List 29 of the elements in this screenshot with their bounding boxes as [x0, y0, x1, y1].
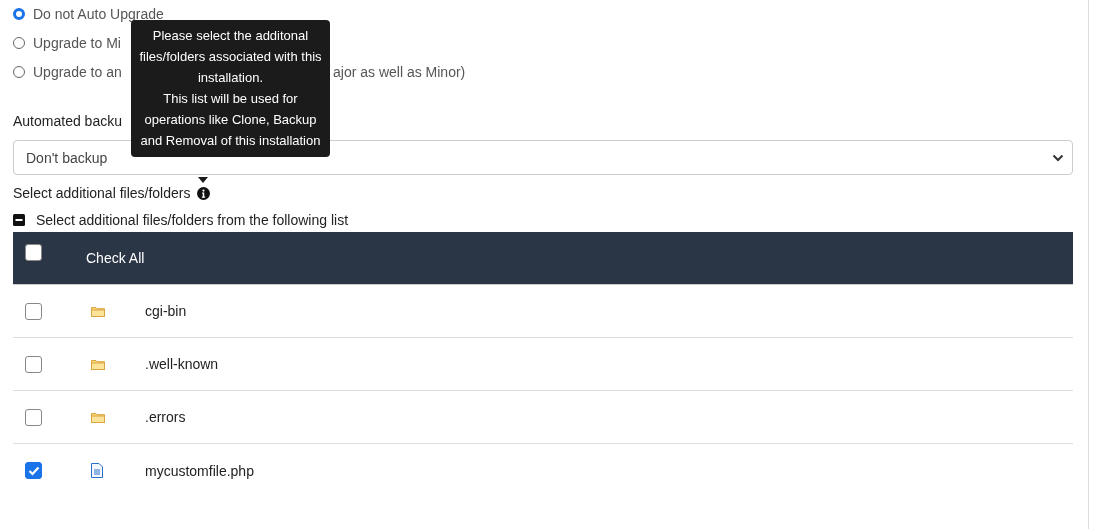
folder-icon [91, 305, 105, 317]
radio-button[interactable] [13, 7, 25, 20]
column-header: Check All [86, 250, 145, 266]
folder-icon [91, 411, 105, 423]
radio-label: Upgrade to an [33, 63, 122, 80]
tooltip-pointer [198, 176, 209, 183]
radio-label: Do not Auto Upgrade [33, 5, 164, 22]
info-icon[interactable] [197, 186, 211, 200]
file-name: mycustomfile.php [145, 462, 254, 479]
field-label: Select additional files/folders [13, 185, 191, 201]
file-name: cgi-bin [145, 303, 187, 319]
list-label: Select additional files/folders from the following list [36, 212, 349, 228]
checkbox[interactable] [25, 462, 42, 479]
radio-button[interactable] [13, 36, 25, 49]
radio-label: Upgrade to Mi [33, 34, 121, 51]
radio-button[interactable] [13, 65, 25, 78]
file-name: .well-known [145, 356, 219, 372]
collapse-icon[interactable] [13, 214, 25, 226]
field-label: Automated backu [13, 113, 122, 129]
checkbox[interactable] [25, 244, 42, 261]
chevron-down-icon [1052, 153, 1064, 162]
checkbox[interactable] [25, 355, 42, 373]
tooltip-text: Please select the additonal files/folders associated with this installation. [138, 27, 323, 87]
radio-label: ajor as well as Minor) [333, 63, 466, 80]
document-icon [91, 463, 103, 478]
checkbox[interactable] [25, 408, 42, 426]
folder-icon [91, 358, 105, 370]
file-name: .errors [145, 409, 186, 425]
checkbox[interactable] [25, 302, 42, 320]
